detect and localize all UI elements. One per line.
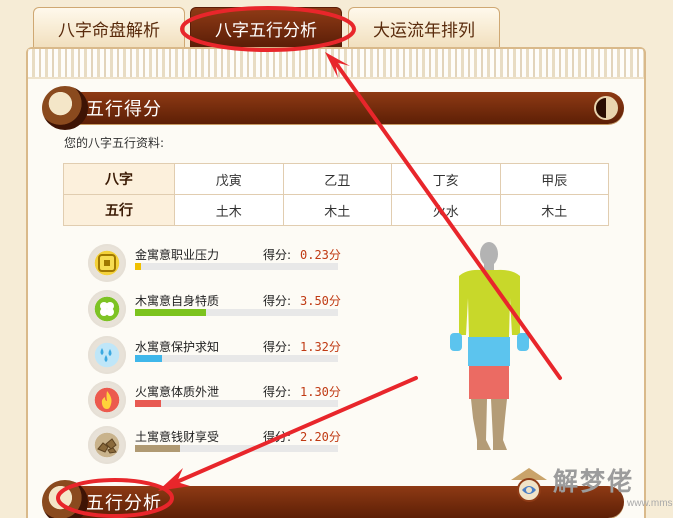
score-row-fire: 火寓意体质外泄 得分: 1.30分 (88, 380, 388, 422)
score-caption: 得分: (263, 294, 292, 308)
section-title: 五行分析 (86, 493, 162, 514)
section-title: 五行得分 (86, 99, 162, 120)
score-label: 土寓意钱财享受 (135, 430, 220, 444)
table-cell: 甲辰 (499, 163, 609, 195)
score-label: 金寓意职业压力 (135, 248, 220, 262)
section-header-scores: 五行得分 (42, 86, 624, 130)
table-cell: 木土 (282, 194, 392, 226)
intro-text: 您的八字五行资料: (64, 136, 165, 150)
flame-icon (88, 381, 126, 419)
score-value: 2.20分 (300, 430, 341, 444)
table-cell: 土木 (174, 194, 284, 226)
score-bar-fill (135, 445, 180, 452)
table-row: 五行 土木 木土 火水 木土 (63, 194, 609, 226)
score-caption: 得分: (263, 248, 292, 262)
water-drops-icon (88, 336, 126, 374)
score-row-wood: 木寓意自身特质 得分: 3.50分 (88, 289, 388, 331)
watermark-text: 解梦佬 (553, 467, 635, 496)
tab-bazi-chart[interactable]: 八字命盘解析 (33, 7, 185, 48)
table-cell: 火水 (391, 194, 501, 226)
figure-legs (471, 399, 507, 450)
score-bar (135, 263, 338, 270)
figure-torso (459, 269, 520, 337)
figure-head (480, 242, 498, 266)
table-cell: 戊寅 (174, 163, 284, 195)
score-bar (135, 400, 338, 407)
figure-thighs (469, 366, 509, 399)
score-row-water: 水寓意保护求知 得分: 1.32分 (88, 335, 388, 377)
rocks-icon (88, 426, 126, 464)
score-caption: 得分: (263, 430, 292, 444)
tab-five-elements-analysis[interactable]: 八字五行分析 (190, 7, 342, 48)
score-bar-fill (135, 400, 162, 407)
table-row: 八字 戊寅 乙丑 丁亥 甲辰 (63, 163, 609, 195)
score-label: 水寓意保护求知 (135, 340, 220, 354)
score-value: 1.30分 (300, 385, 341, 399)
score-bar-fill (135, 263, 142, 270)
score-row-earth: 土寓意钱财享受 得分: 2.20分 (88, 425, 388, 467)
watermark-url: www.mmsg.com (627, 498, 673, 509)
bazi-table: 八字 戊寅 乙丑 丁亥 甲辰 五行 土木 木土 火水 木土 (63, 163, 609, 226)
score-bar-fill (135, 309, 207, 316)
score-bar (135, 355, 338, 362)
coin-icon (88, 244, 126, 282)
score-caption: 得分: (263, 340, 292, 354)
score-row-metal: 金寓意职业压力 得分: 0.23分 (88, 243, 388, 285)
tab-luck-cycles[interactable]: 大运流年排列 (348, 7, 500, 48)
body-figure (450, 242, 529, 450)
watermark: 解梦佬 www.mmsg.com (507, 462, 673, 514)
score-value: 1.32分 (300, 340, 341, 354)
table-cell: 丁亥 (391, 163, 501, 195)
score-label: 火寓意体质外泄 (135, 385, 220, 399)
figure-left-hand (450, 333, 462, 351)
score-caption: 得分: (263, 385, 292, 399)
score-label: 木寓意自身特质 (135, 294, 220, 308)
row-header: 八字 (63, 163, 175, 195)
score-value: 0.23分 (300, 248, 341, 262)
row-header: 五行 (63, 194, 175, 226)
ornament-icon (42, 480, 88, 518)
score-bar (135, 445, 338, 452)
taiji-icon (594, 96, 618, 120)
ornament-icon (42, 86, 88, 130)
figure-right-hand (517, 333, 529, 351)
clover-icon (88, 290, 126, 328)
score-bar-fill (135, 355, 162, 362)
score-bar (135, 309, 338, 316)
score-value: 3.50分 (300, 294, 341, 308)
watermark-logo-icon (511, 468, 547, 502)
figure-shorts (468, 337, 510, 366)
table-cell: 木土 (499, 194, 609, 226)
table-cell: 乙丑 (282, 163, 392, 195)
